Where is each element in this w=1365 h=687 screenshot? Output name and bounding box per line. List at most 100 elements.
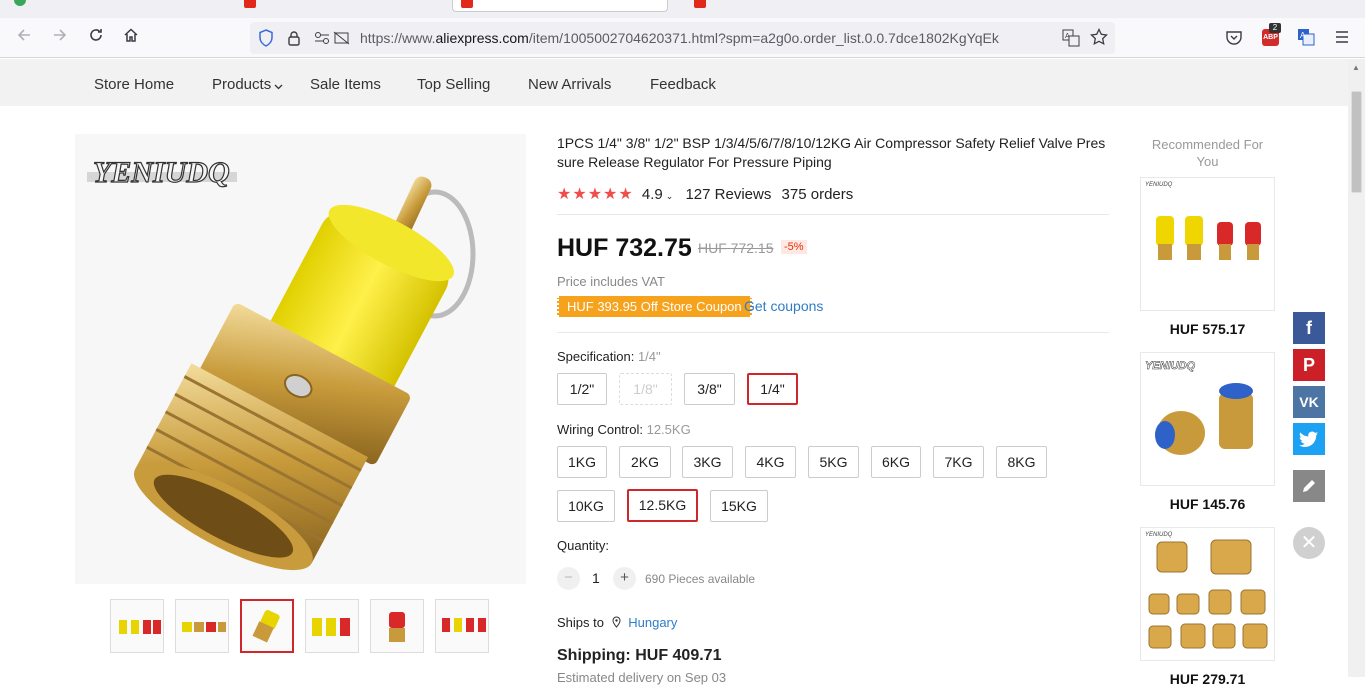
back-icon[interactable] xyxy=(12,26,36,50)
tab-favicon-icon xyxy=(14,0,26,6)
wiring-option[interactable]: 10KG xyxy=(557,490,615,522)
nav-sale-items[interactable]: Sale Items xyxy=(310,76,381,93)
get-coupons-link[interactable]: Get coupons xyxy=(744,298,823,314)
shipping-cost: Shipping: HUF 409.71 xyxy=(557,647,722,664)
wiring-option[interactable]: 15KG xyxy=(710,490,768,522)
quantity-increase-button[interactable]: + xyxy=(613,567,636,590)
pinterest-icon[interactable]: P xyxy=(1293,349,1325,381)
nav-products[interactable]: Products xyxy=(212,76,283,94)
recommended-item-price[interactable]: HUF 279.71 xyxy=(1140,671,1275,687)
translate-icon[interactable]: A xyxy=(1062,29,1080,52)
svg-text:A: A xyxy=(1065,33,1070,40)
thumbnail[interactable] xyxy=(305,599,359,653)
wiring-option[interactable]: 6KG xyxy=(871,446,921,478)
thumbnail-selected[interactable] xyxy=(240,599,294,653)
page-scrollbar[interactable]: ▲ xyxy=(1348,59,1365,677)
facebook-icon[interactable]: f xyxy=(1293,312,1325,344)
nav-new-arrivals[interactable]: New Arrivals xyxy=(528,76,611,93)
vat-note: Price includes VAT xyxy=(557,274,665,289)
wiring-option[interactable]: 8KG xyxy=(996,446,1047,478)
adblock-count-badge: 2 xyxy=(1269,23,1281,33)
bookmark-star-icon[interactable] xyxy=(1090,27,1108,51)
reviews-link[interactable]: 127 Reviews xyxy=(685,186,771,203)
wiring-option[interactable]: 7KG xyxy=(933,446,984,478)
ship-country-link[interactable]: Hungary xyxy=(628,615,677,630)
rating-value[interactable]: 4.9 ⌄ xyxy=(642,186,673,203)
aliexpress-favicon-icon xyxy=(244,0,256,8)
aliexpress-favicon-icon xyxy=(461,0,473,8)
recommended-item-image[interactable]: YENIUDQ xyxy=(1140,352,1275,486)
ships-to: Ships to Hungary xyxy=(557,615,678,631)
chevron-down-icon xyxy=(274,77,283,94)
wiring-option-selected[interactable]: 12.5KG xyxy=(627,489,698,522)
vk-icon[interactable]: VK xyxy=(1293,386,1325,418)
scroll-up-icon[interactable]: ▲ xyxy=(1352,63,1360,72)
tab-strip xyxy=(0,0,1365,18)
store-coupon-badge[interactable]: HUF 393.95 Off Store Coupon xyxy=(557,296,752,317)
nav-store-home[interactable]: Store Home xyxy=(94,76,174,93)
wiring-option[interactable]: 5KG xyxy=(808,446,859,478)
specification-label: Specification: 1/4" xyxy=(557,349,661,364)
valve-illustration xyxy=(133,176,476,571)
spec-option-disabled: 1/8" xyxy=(619,373,672,405)
scrollbar-thumb[interactable] xyxy=(1351,91,1362,193)
wiring-option[interactable]: 3KG xyxy=(682,446,733,478)
address-bar[interactable]: https://www.aliexpress.com/item/10050027… xyxy=(250,22,1115,54)
menu-icon[interactable] xyxy=(1335,30,1349,49)
thumbnail[interactable] xyxy=(110,599,164,653)
nav-top-selling[interactable]: Top Selling xyxy=(417,76,490,93)
svg-text:YENIUDQ: YENIUDQ xyxy=(1145,360,1196,372)
home-icon[interactable] xyxy=(119,26,143,50)
pocket-icon[interactable] xyxy=(1226,30,1242,50)
lock-icon[interactable] xyxy=(287,30,301,51)
recommended-item-image[interactable]: YENIUDQ xyxy=(1140,177,1275,311)
url-text[interactable]: https://www.aliexpress.com/item/10050027… xyxy=(360,30,999,46)
rating-row: ★★★★★ 4.9 ⌄ 127 Reviews 375 orders xyxy=(557,184,853,204)
reload-icon[interactable] xyxy=(84,26,108,50)
spec-option[interactable]: 1/2" xyxy=(557,373,607,405)
wiring-control-label: Wiring Control: 12.5KG xyxy=(557,422,691,437)
chevron-down-icon: ⌄ xyxy=(665,191,674,201)
quantity-value[interactable]: 1 xyxy=(592,570,600,586)
spec-option[interactable]: 3/8" xyxy=(684,373,735,405)
wiring-option[interactable]: 1KG xyxy=(557,446,607,478)
recommended-item-image[interactable]: YENIUDQ xyxy=(1140,527,1275,661)
location-pin-icon xyxy=(612,616,621,631)
nav-feedback[interactable]: Feedback xyxy=(650,76,716,93)
svg-text:A: A xyxy=(1300,31,1306,40)
discount-badge: -5% xyxy=(781,240,807,254)
edit-icon[interactable] xyxy=(1293,470,1325,502)
browser-tab[interactable] xyxy=(236,0,256,12)
wiring-option[interactable]: 4KG xyxy=(745,446,796,478)
recommended-item-price[interactable]: HUF 575.17 xyxy=(1140,321,1275,337)
recommended-title: Recommended For You xyxy=(1151,137,1264,169)
divider xyxy=(557,214,1109,215)
quantity-decrease-button[interactable]: − xyxy=(557,567,580,590)
quantity-label: Quantity: xyxy=(557,538,610,553)
stock-available: 690 Pieces available xyxy=(645,572,756,586)
recommended-item-price[interactable]: HUF 145.76 xyxy=(1140,496,1275,512)
shield-icon[interactable] xyxy=(258,29,274,52)
translate-extension-icon[interactable]: A xyxy=(1297,28,1315,51)
browser-tab-active[interactable] xyxy=(452,0,668,12)
browser-tab[interactable] xyxy=(6,0,66,12)
forward-icon[interactable] xyxy=(48,26,72,50)
spec-option-selected[interactable]: 1/4" xyxy=(747,373,798,405)
thumbnail[interactable] xyxy=(370,599,424,653)
thumbnail[interactable] xyxy=(175,599,229,653)
store-navigation: Store Home Products Sale Items Top Selli… xyxy=(0,59,1348,106)
browser-toolbar: https://www.aliexpress.com/item/10050027… xyxy=(0,18,1365,58)
star-rating-icon: ★★★★★ xyxy=(557,186,634,203)
estimated-delivery: Estimated delivery on Sep 03 xyxy=(557,670,727,685)
divider xyxy=(557,332,1109,333)
twitter-icon[interactable] xyxy=(1293,423,1325,455)
svg-text:YENIUDQ: YENIUDQ xyxy=(1145,532,1173,538)
close-icon[interactable]: ✕ xyxy=(1293,527,1325,559)
product-main-image[interactable]: YENIUDQ xyxy=(75,134,526,584)
original-price: HUF 772.15 xyxy=(698,240,774,256)
wiring-option[interactable]: 2KG xyxy=(619,446,671,478)
svg-text:YENIUDQ: YENIUDQ xyxy=(1145,182,1173,188)
thumbnail[interactable] xyxy=(435,599,489,653)
permissions-icon[interactable] xyxy=(314,31,350,50)
browser-tab[interactable] xyxy=(686,0,706,12)
